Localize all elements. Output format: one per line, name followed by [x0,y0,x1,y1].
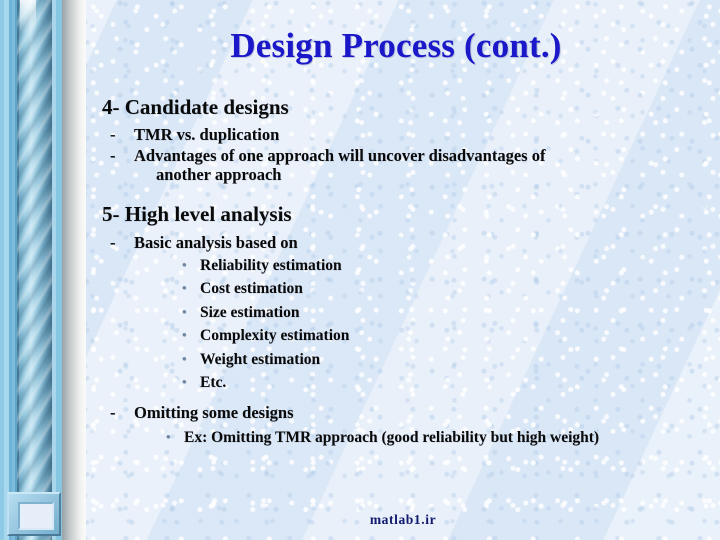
bullet-dot-icon: • [182,350,187,366]
bullet-text: Basic analysis based on [134,232,298,252]
sub-bullet-etc: • Etc. [182,371,704,395]
sub-bullet-text: Ex: Omitting TMR approach (good reliabil… [184,429,600,447]
sub-bullet-complexity-estimation: • Complexity estimation [182,324,704,348]
bullet-dot-icon: • [182,280,187,296]
slide-decorative-sidebar [0,0,86,540]
sub-bullet-size-estimation: • Size estimation [182,301,704,325]
slide-footer-watermark: matlab1.ir [369,512,437,527]
presentation-slide: Design Process (cont.) 4- Candidate desi… [0,0,720,540]
section-heading-candidate-designs: 4- Candidate designs [102,95,289,119]
dash-marker: - [110,402,116,422]
sub-bullet-reliability-estimation: • Reliability estimation [182,254,704,278]
dash-marker: - [110,232,116,252]
section-heading-high-level-analysis: 5- High level analysis [102,202,292,227]
bullet-advantages-disadvantages: - Advantages of one approach will uncover… [110,146,706,185]
sub-bullet-text: Reliability estimation [200,256,342,274]
bullet-dot-icon: • [182,256,187,272]
dash-marker: - [110,146,116,166]
sub-bullet-text: Etc. [200,374,227,392]
bullet-dot-icon: • [182,303,187,319]
sub-bullet-cost-estimation: • Cost estimation [182,277,704,301]
slide-body: 4- Candidate designs - TMR vs. duplicatio… [94,95,706,450]
bullet-tmr-vs-duplication: - TMR vs. duplication [110,125,704,145]
bullet-basic-analysis-based-on: - Basic analysis based on [110,232,704,252]
sidebar-pedestal-block [7,492,61,536]
bullet-dot-icon: • [182,374,187,390]
sidebar-pillar-highlight [20,0,36,46]
bullet-text: Omitting some designs [134,402,294,422]
slide-title: Design Process (cont.) [230,26,562,65]
bullet-dot-icon: • [182,327,187,343]
bullet-dot-icon: • [166,429,171,445]
slide-content-area: Design Process (cont.) 4- Candidate desi… [86,0,720,540]
sub-bullet-text: Complexity estimation [200,327,350,345]
sub-bullet-weight-estimation: • Weight estimation [182,348,704,372]
bullet-omitting-some-designs: - Omitting some designs [110,402,704,422]
bullet-text-continuation: another approach [156,165,282,185]
sub-bullet-ex-omitting-tmr: • Ex: Omitting TMR approach (good reliabi… [166,426,704,450]
sub-bullet-text: Weight estimation [200,350,321,368]
sidebar-edge-fade [62,0,86,540]
sidebar-pedestal-inner [18,502,54,530]
sub-bullet-text: Size estimation [200,303,300,321]
sub-bullet-text: Cost estimation [200,280,303,298]
dash-marker: - [110,125,116,145]
bullet-text: Advantages of one approach will uncover … [134,146,546,166]
sidebar-pillar-stripes [17,0,52,540]
bullet-text: TMR vs. duplication [134,125,280,145]
